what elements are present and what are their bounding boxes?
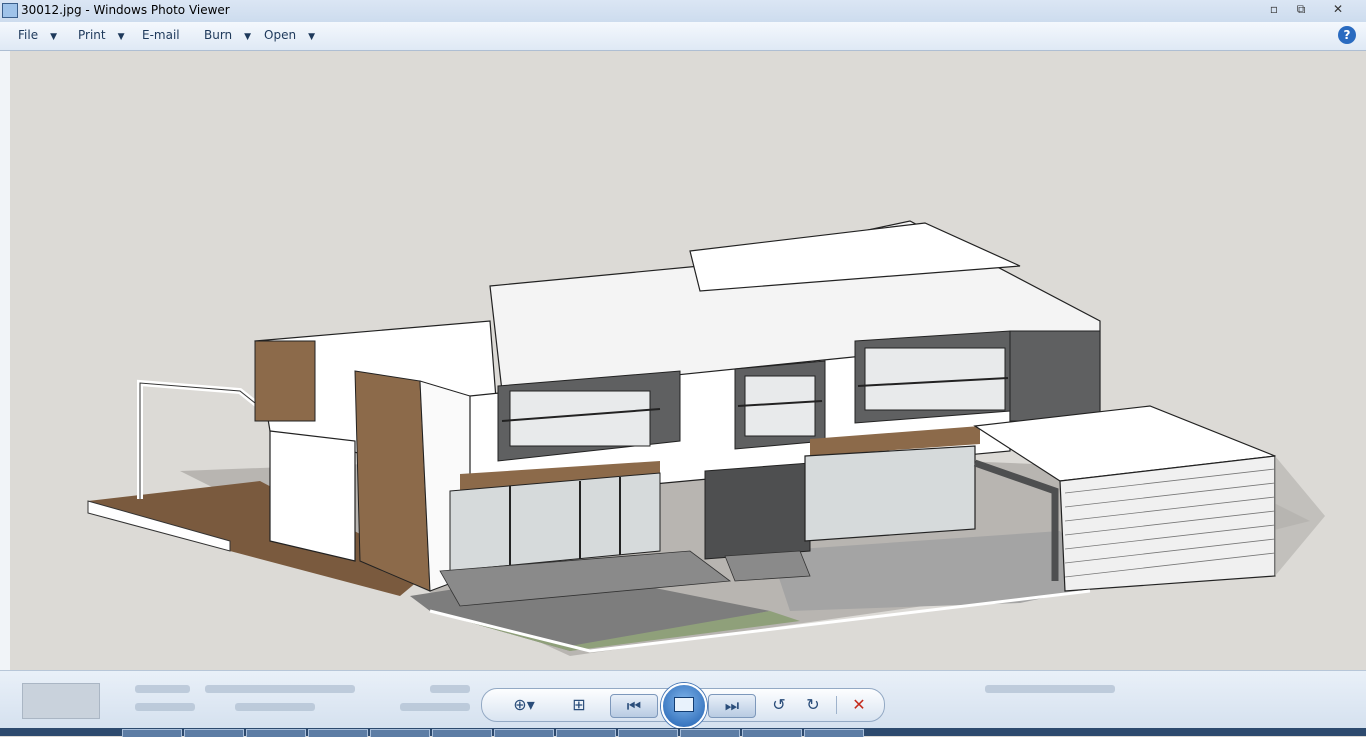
title-bar: 30012.jpg - Windows Photo Viewer ▫ ⧉ ✕ [0,0,1366,22]
blurred-info-text [430,685,470,693]
skip-next-icon[interactable]: ⏭ [708,694,756,718]
menu-print[interactable]: Print ▼ [78,28,125,42]
window-title: 30012.jpg - Windows Photo Viewer [21,3,230,17]
rotate-counterclockwise-icon[interactable]: ↺ [766,694,792,716]
minimize-button[interactable]: ▫ [1262,1,1286,17]
menu-burn[interactable]: Burn ▼ [204,28,251,42]
slideshow-icon [674,697,694,712]
menu-open[interactable]: Open ▼ [264,28,315,42]
photo-viewer-app-icon [2,3,18,18]
menu-file[interactable]: File ▼ [18,28,57,42]
chevron-down-icon: ▼ [308,32,315,42]
house-rendering-image [87,220,1325,656]
close-button[interactable]: ✕ [1326,1,1350,17]
menu-file-label: File [18,28,39,42]
magnifier-plus-icon[interactable]: ⊕▾ [506,694,542,716]
blurred-info-text [135,685,190,693]
blurred-info-text [400,703,470,711]
menu-bar: File ▼ Print ▼ E-mail Burn ▼ Open ▼ ? [0,22,1366,51]
skip-previous-icon[interactable]: ⏮ [610,694,658,718]
menu-email[interactable]: E-mail [142,28,180,42]
blurred-info-text [985,685,1115,693]
actual-size-icon[interactable]: ⊞ [566,694,592,716]
displayed-photo[interactable] [10,51,1366,670]
menu-burn-label: Burn [204,28,233,42]
blurred-info-text [235,703,315,711]
delete-x-icon[interactable]: ✕ [846,694,872,716]
help-button[interactable]: ? [1338,26,1356,44]
thumbnail-preview [22,683,100,719]
slideshow-button[interactable] [661,683,707,729]
restore-button[interactable]: ⧉ [1289,1,1313,17]
chevron-down-icon: ▼ [117,32,125,42]
blurred-info-text [135,703,195,711]
rotate-clockwise-icon[interactable]: ↻ [800,694,826,716]
menu-print-label: Print [78,28,106,42]
chevron-down-icon: ▼ [50,32,58,42]
taskbar [0,728,1366,737]
chevron-down-icon: ▼ [244,32,252,42]
menu-email-label: E-mail [142,28,180,42]
image-viewer[interactable] [0,51,1366,670]
divider [836,696,837,714]
blurred-info-text [205,685,355,693]
menu-open-label: Open [264,28,297,42]
